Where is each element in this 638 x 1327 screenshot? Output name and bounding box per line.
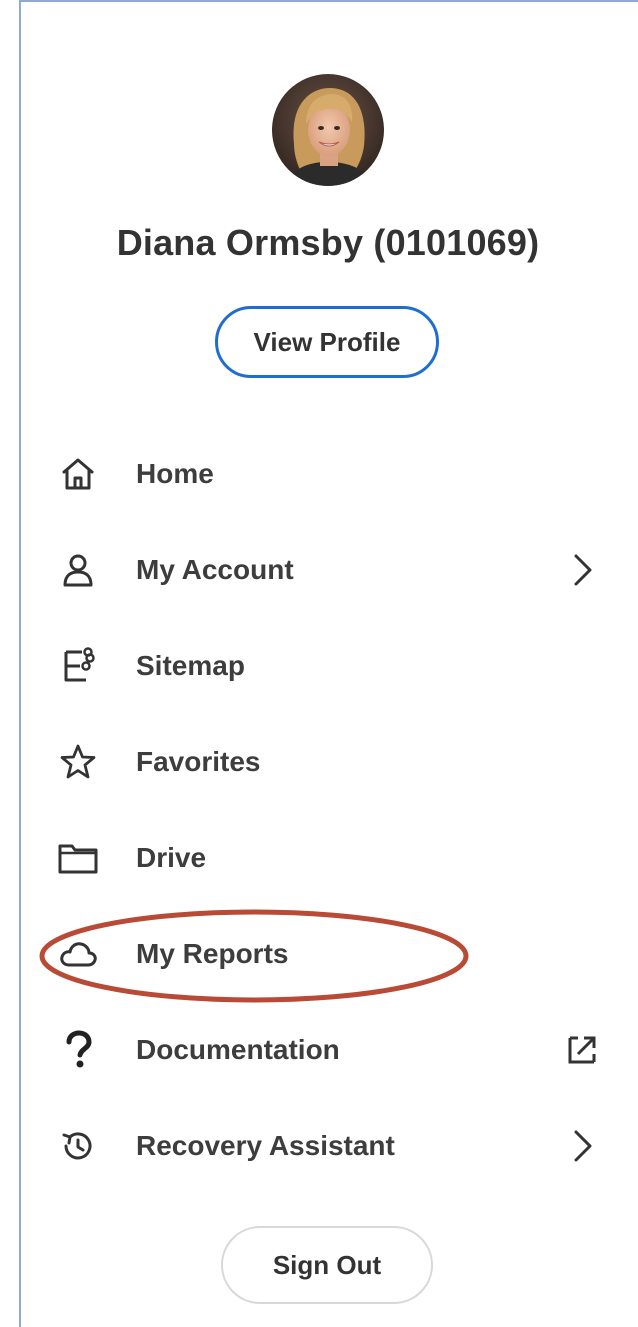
chevron-right-icon[interactable]	[562, 1126, 602, 1166]
view-profile-button[interactable]: View Profile	[215, 306, 439, 378]
folder-icon	[58, 844, 98, 874]
menu-item-label: Documentation	[136, 1034, 340, 1065]
home-icon	[62, 458, 94, 490]
menu-item-home[interactable]: Home	[40, 434, 620, 514]
sitemap-icon	[64, 647, 95, 682]
avatar-photo	[272, 74, 384, 186]
menu-item-sitemap[interactable]: Sitemap	[40, 626, 620, 706]
menu-item-label: Drive	[136, 842, 207, 873]
cloud-icon	[60, 942, 97, 967]
menu-item-drive[interactable]: Drive	[40, 818, 620, 898]
user-icon	[63, 554, 93, 587]
sign-out-button[interactable]: Sign Out	[221, 1226, 433, 1304]
avatar[interactable]	[272, 74, 384, 186]
menu-item-label: Home	[136, 458, 214, 489]
app-menu-page: Diana Ormsby (0101069) View Profile Home…	[0, 0, 638, 1327]
menu-item-label: Sitemap	[136, 650, 245, 681]
history-icon	[62, 1132, 92, 1160]
menu-item-label: My Account	[136, 554, 294, 585]
menu-item-recovery-assistant[interactable]: Recovery Assistant	[40, 1106, 620, 1186]
menu-item-my-reports[interactable]: My Reports	[40, 914, 620, 994]
menu-item-my-account[interactable]: My Account	[40, 530, 620, 610]
user-name: Diana Ormsby (0101069)	[116, 222, 540, 263]
external-link-icon[interactable]	[562, 1030, 602, 1070]
menu-item-favorites[interactable]: Favorites	[40, 722, 620, 802]
menu-item-label: Favorites	[136, 746, 261, 777]
star-icon	[60, 744, 96, 779]
chevron-right-icon[interactable]	[562, 550, 602, 590]
question-icon	[66, 1030, 92, 1068]
menu-item-documentation[interactable]: Documentation	[40, 1010, 620, 1090]
menu-item-label: Recovery Assistant	[136, 1130, 395, 1161]
menu-item-label: My Reports	[136, 938, 289, 969]
